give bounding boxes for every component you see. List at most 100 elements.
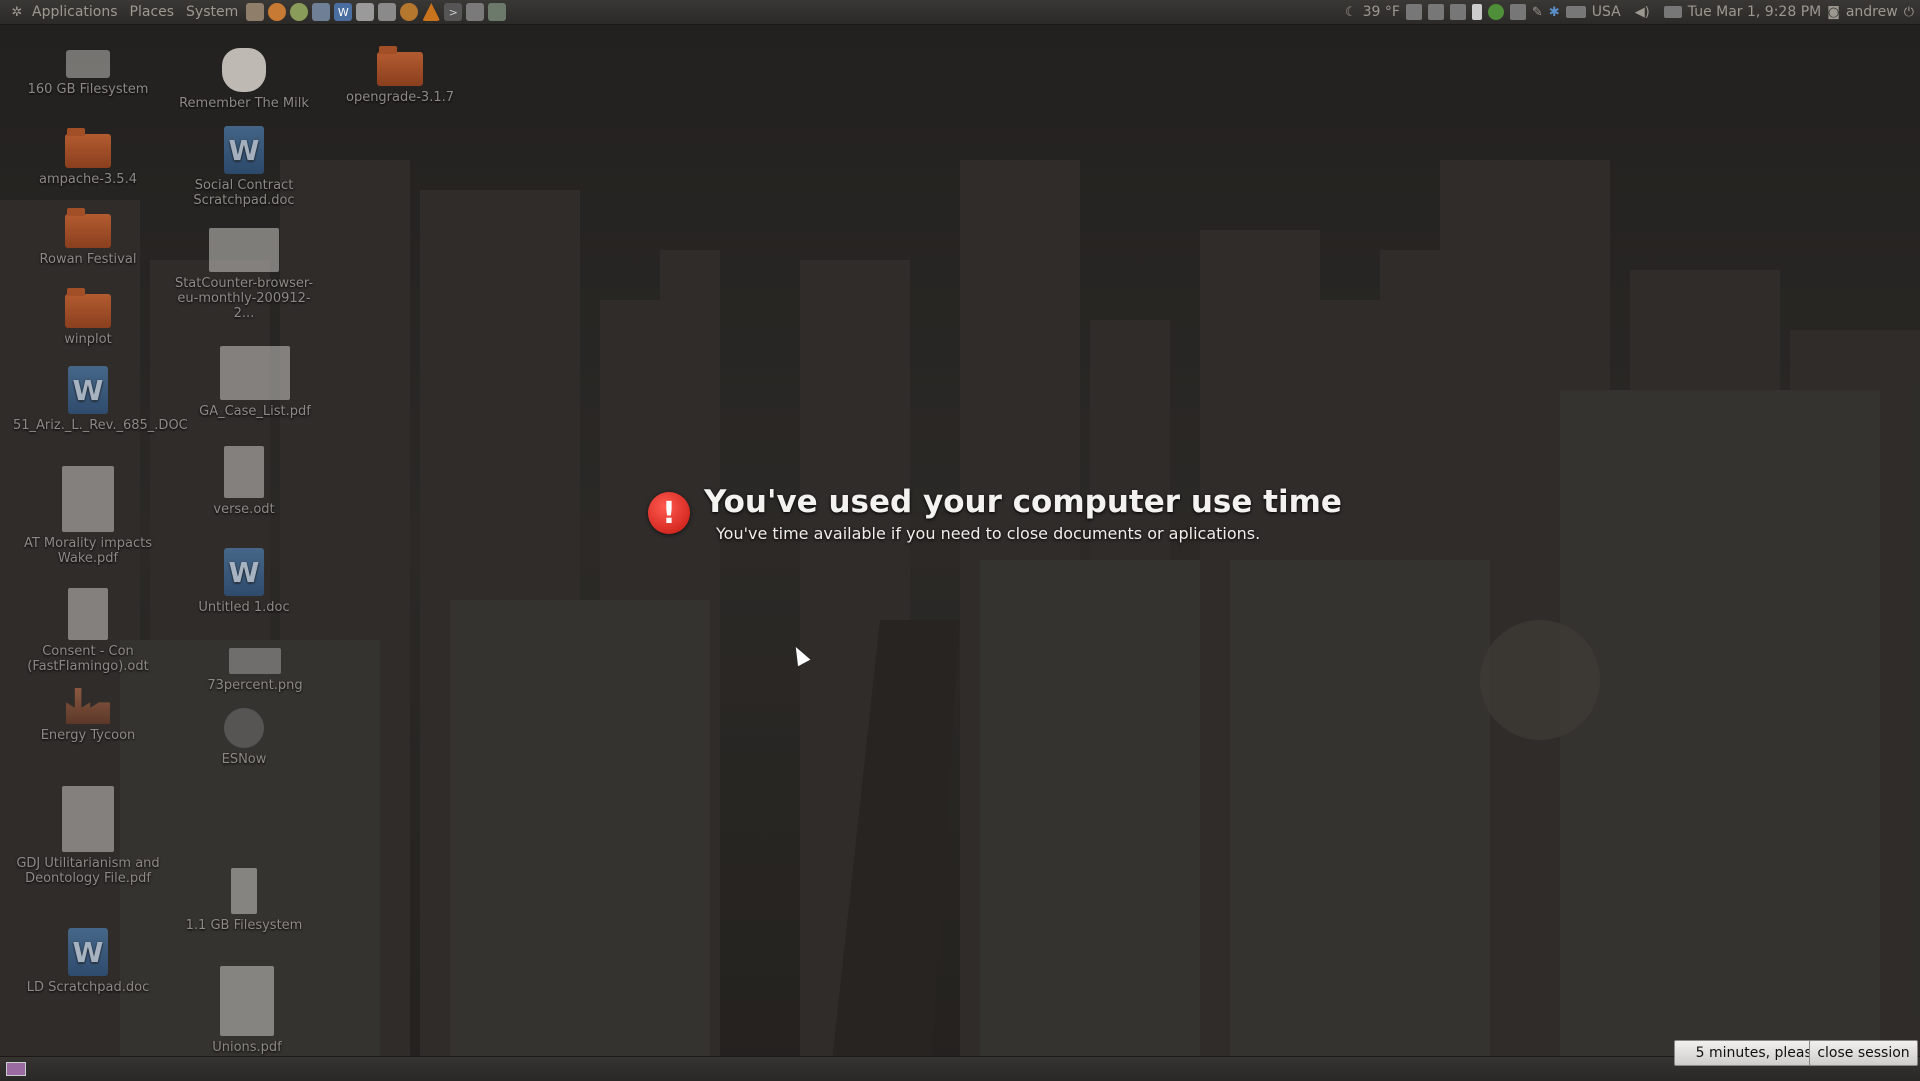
desktop-icon[interactable]: W Untitled 1.doc (169, 548, 319, 615)
desktop-icon-label: winplot (64, 332, 112, 347)
tray-pin-icon[interactable]: ✎ (1532, 3, 1543, 21)
document-icon (62, 786, 114, 852)
chat-icon[interactable]: ◙ (1827, 3, 1840, 21)
clock[interactable]: Tue Mar 1, 9:28 PM (1688, 4, 1821, 20)
launcher-word-icon[interactable]: W (334, 3, 353, 21)
desktop-icon-label: Remember The Milk (179, 96, 309, 111)
word-doc-icon: W (224, 126, 264, 174)
image-icon (229, 648, 281, 674)
document-icon (68, 588, 108, 640)
desktop-icon[interactable]: Unions.pdf (172, 966, 322, 1055)
desktop-icon[interactable]: ampache-3.5.4 (13, 128, 163, 187)
volume-icon[interactable]: ◀) (1635, 3, 1650, 21)
document-icon (220, 966, 274, 1036)
factory-icon (66, 688, 110, 724)
desktop-icon-label: 1.1 GB Filesystem (185, 918, 303, 933)
drive-icon (66, 50, 110, 78)
folder-icon (65, 128, 111, 168)
mail-icon[interactable] (1663, 6, 1682, 18)
desktop-icon-label: Consent - Con (FastFlamingo).odt (27, 644, 149, 674)
desktop-icon[interactable]: Rowan Festival (13, 208, 163, 267)
document-icon (62, 466, 114, 532)
desktop-icon[interactable]: 73percent.png (180, 648, 330, 693)
word-doc-icon: W (68, 366, 108, 414)
launcher-system-monitor-icon[interactable] (488, 3, 507, 21)
desktop-icon-label: Rowan Festival (39, 252, 137, 267)
launcher-leaf-icon[interactable] (400, 3, 419, 21)
tray-app-icon-3[interactable] (1449, 4, 1466, 20)
desktop-icon-label: verse.odt (213, 502, 275, 517)
word-doc-icon: W (68, 928, 108, 976)
desktop-icon[interactable]: GA_Case_List.pdf (180, 346, 330, 419)
desktop-icon[interactable]: GDJ Utilitarianism and Deontology File.p… (13, 786, 163, 886)
desktop-icon-label: opengrade-3.1.7 (345, 90, 455, 105)
desktop-icon[interactable]: opengrade-3.1.7 (325, 46, 475, 105)
tray-leaf-icon[interactable] (1487, 4, 1504, 20)
menu-places[interactable]: Places (124, 4, 181, 20)
desktop-icon-label: ESNow (221, 752, 267, 767)
show-desktop-icon[interactable] (6, 1062, 26, 1076)
launcher-monitor-icon[interactable] (312, 3, 331, 21)
desktop-icon[interactable]: ESNow (169, 708, 319, 767)
notification-body: You've time available if you need to clo… (716, 524, 1261, 543)
desktop-icon[interactable]: 1.1 GB Filesystem (169, 868, 319, 933)
folder-icon (65, 288, 111, 328)
close-session-button[interactable]: close session (1809, 1040, 1918, 1066)
desktop-icon-label: StatCounter-browser-eu-monthly-200912-2.… (174, 276, 314, 321)
user-name[interactable]: andrew (1846, 4, 1898, 20)
folder-icon (377, 46, 423, 86)
alert-icon: ! (648, 492, 690, 534)
tray-app-icon-2[interactable] (1427, 4, 1444, 20)
menu-system[interactable]: System (180, 4, 244, 20)
desktop-icon[interactable]: W 51_Ariz._L._Rev._685_.DOC (13, 366, 188, 433)
power-icon[interactable]: ⏻ (1904, 3, 1914, 21)
launcher-firefox-icon[interactable] (268, 3, 287, 21)
desktop-icon[interactable]: verse.odt (169, 446, 319, 517)
desktop-icon[interactable]: StatCounter-browser-eu-monthly-200912-2.… (169, 228, 319, 321)
weather-temperature[interactable]: 39 °F (1363, 4, 1400, 20)
desktop-icon[interactable]: Remember The Milk (169, 48, 319, 111)
desktop-icon[interactable]: W LD Scratchpad.doc (13, 928, 163, 995)
keyboard-icon[interactable] (1565, 6, 1586, 18)
launcher-gimp-icon[interactable] (246, 3, 265, 21)
desktop-icon-label: Energy Tycoon (40, 728, 136, 743)
document-icon (224, 446, 264, 498)
document-icon (220, 346, 290, 400)
launcher-camera-icon[interactable] (378, 3, 397, 21)
launcher-remote-icon[interactable] (466, 3, 485, 21)
menu-applications[interactable]: Applications (26, 4, 124, 20)
notification-title: You've used your computer use time (704, 484, 1342, 520)
tray-app-icon-4[interactable] (1471, 4, 1482, 20)
desktop-icon[interactable]: Consent - Con (FastFlamingo).odt (13, 588, 163, 674)
desktop-icon-label: ampache-3.5.4 (38, 172, 137, 187)
ubuntu-logo-icon[interactable]: ✲ (8, 3, 26, 21)
launcher-chrome-icon[interactable] (290, 3, 309, 21)
launcher-vlc-icon[interactable] (422, 3, 441, 21)
desktop-icon[interactable]: W Social Contract Scratchpad.doc (169, 126, 319, 208)
launcher-terminal-icon[interactable]: > (444, 3, 463, 21)
keyboard-layout[interactable]: USA (1592, 4, 1621, 20)
launcher-editor-icon[interactable] (356, 3, 375, 21)
tray-clipboard-icon[interactable] (1509, 4, 1526, 20)
desktop-icon[interactable]: Energy Tycoon (13, 688, 163, 743)
desktop-icon[interactable]: AT Morality impacts Wake.pdf (13, 466, 163, 566)
folder-icon (65, 208, 111, 248)
top-panel: ✲ Applications Places System W > ☾ 39 °F… (0, 0, 1920, 25)
desktop-icon-label: AT Morality impacts Wake.pdf (23, 536, 153, 566)
desktop-icon-label: GA_Case_List.pdf (199, 404, 311, 419)
bottom-panel (0, 1056, 1920, 1081)
desktop-icon[interactable]: winplot (13, 288, 163, 347)
desktop-icon-label: 51_Ariz._L._Rev._685_.DOC (13, 418, 188, 433)
weather-icon[interactable]: ☾ (1345, 3, 1357, 21)
bluetooth-icon[interactable]: ✱ (1549, 3, 1560, 21)
drive-icon (231, 868, 257, 914)
desktop-icon-label: LD Scratchpad.doc (26, 980, 150, 995)
document-icon (209, 228, 279, 272)
desktop-icon[interactable]: 160 GB Filesystem (13, 50, 163, 97)
cow-icon (222, 48, 266, 92)
desktop-icon-label: Social Contract Scratchpad.doc (193, 178, 295, 208)
desktop-icon-label: 73percent.png (207, 678, 303, 693)
word-doc-icon: W (224, 548, 264, 596)
tray-app-icon-1[interactable] (1405, 4, 1422, 20)
desktop-icon-label: Untitled 1.doc (198, 600, 290, 615)
